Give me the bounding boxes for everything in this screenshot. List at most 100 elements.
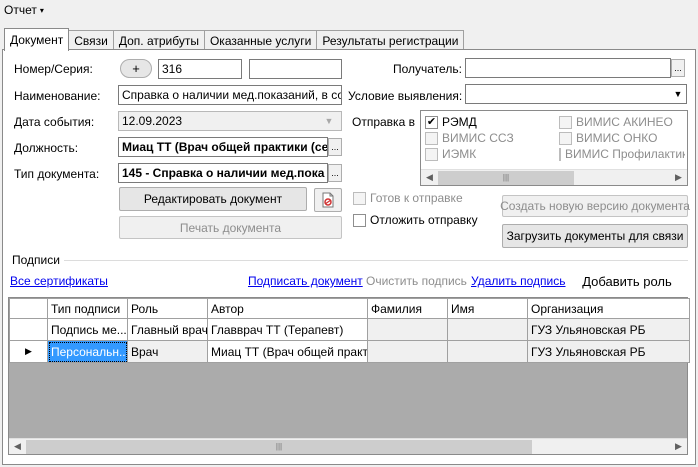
checkbox-checked-icon[interactable]: ✔ [425,115,438,129]
checkbox-icon[interactable] [559,131,572,145]
signatures-divider [56,260,688,261]
clear-signature-link[interactable]: Очистить подпись [366,274,467,288]
add-number-button[interactable]: + [120,59,152,78]
cell-role[interactable]: Врач [127,340,208,363]
pdf-document-icon [322,192,334,208]
new-version-button[interactable]: Создать новую версию документа [500,195,690,217]
tab-registration-results[interactable]: Результаты регистрации [316,30,465,51]
tab-document[interactable]: Документ [4,28,70,51]
send-target-vimis-onko[interactable]: ВИМИС ОНКО [559,131,657,145]
send-target-label: РЭМД [442,115,477,129]
print-document-button[interactable]: Печать документа [119,216,342,239]
scroll-track[interactable]: ||| [438,170,670,185]
number-label: Номер/Серия: [14,62,93,76]
date-dropdown-icon[interactable]: ▼ [321,112,337,130]
send-target-remd[interactable]: ✔ РЭМД [425,115,477,129]
checkbox-icon[interactable] [353,213,366,227]
cell-signature-type[interactable]: Персональн... [47,340,128,363]
tab-extra-attributes[interactable]: Доп. атрибуты [112,30,205,51]
send-target-label: ВИМИС Профилактика [565,147,685,161]
position-ellipsis-button[interactable]: ... [328,138,342,156]
position-label: Должность: [14,141,79,155]
date-label: Дата события: [14,115,95,129]
column-header-author[interactable]: Автор [207,298,368,319]
ready-to-send-checkbox[interactable]: Готов к отправке [353,191,463,205]
doctype-input[interactable]: 145 - Справка о наличии мед.пока [118,163,328,183]
table-header-row: Тип подписи Роль Автор Фамилия Имя Орган… [9,298,690,319]
cell-name[interactable] [447,340,528,363]
add-role-button[interactable]: Добавить роль [567,268,687,294]
postpone-send-checkbox[interactable]: Отложить отправку [353,213,478,227]
condition-dropdown-icon[interactable]: ▼ [670,85,686,103]
scroll-thumb[interactable]: ||| [26,439,532,454]
date-value: 12.09.2023 [122,114,183,128]
send-target-label: ВИМИС АКИНЕО [576,115,673,129]
series-input[interactable] [249,59,342,79]
signatures-grid: Тип подписи Роль Автор Фамилия Имя Орган… [8,297,690,455]
send-target-vimis-ssz[interactable]: ВИМИС ССЗ [425,131,514,145]
cell-surname[interactable] [367,318,448,341]
grid-horizontal-scrollbar[interactable]: ◀ ||| ▶ [9,438,687,454]
menu-bar: Отчет ▾ [0,0,698,22]
send-target-vimis-prof[interactable]: ВИМИС Профилактика [559,147,685,161]
cell-organization[interactable]: ГУЗ Ульяновская РБ [527,340,690,363]
position-input[interactable]: Миац ТТ (Врач общей практики (се [118,137,328,157]
scroll-thumb[interactable]: ||| [438,170,574,185]
date-input[interactable]: 12.09.2023 [118,111,342,131]
column-header-organization[interactable]: Организация [527,298,690,319]
name-input[interactable]: Справка о наличии мед.показаний, в соотв [118,85,342,105]
number-input[interactable]: 316 [158,59,242,79]
scroll-left-icon[interactable]: ◀ [9,439,26,455]
load-documents-button[interactable]: Загрузить документы для связи [502,224,688,248]
column-header-signature-type[interactable]: Тип подписи [47,298,128,319]
table-row[interactable]: ▶ Персональн... Врач Миац ТТ (Врач общей… [9,340,690,363]
report-menu[interactable]: Отчет ▾ [4,3,44,17]
table-row[interactable]: Подпись ме... Главный врач Главврач ТТ (… [9,318,690,341]
checkbox-icon[interactable] [559,115,572,129]
all-certificates-link[interactable]: Все сертификаты [10,274,108,288]
pdf-export-button[interactable] [314,188,342,212]
send-target-label: ИЭМК [442,147,477,161]
signatures-table: Тип подписи Роль Автор Фамилия Имя Орган… [9,298,690,363]
scroll-left-icon[interactable]: ◀ [421,170,438,186]
column-header-role[interactable]: Роль [127,298,208,319]
current-row-indicator-icon[interactable]: ▶ [9,340,48,363]
send-target-vimis-akineo[interactable]: ВИМИС АКИНЕО [559,115,673,129]
scroll-right-icon[interactable]: ▶ [670,439,687,455]
send-target-label: ВИМИС ССЗ [442,131,514,145]
cell-role[interactable]: Главный врач [127,318,208,341]
send-target-iemk[interactable]: ИЭМК [425,147,476,161]
sign-document-link[interactable]: Подписать документ [248,274,363,288]
cell-name[interactable] [447,318,528,341]
send-target-label: ВИМИС ОНКО [576,131,658,145]
row-header-corner [9,298,48,319]
cell-organization[interactable]: ГУЗ Ульяновская РБ [527,318,690,341]
scroll-right-icon[interactable]: ▶ [670,170,687,186]
name-label: Наименование: [14,89,101,103]
cell-signature-type[interactable]: Подпись ме... [47,318,128,341]
condition-select[interactable] [465,84,687,104]
chevron-down-icon: ▾ [39,5,44,15]
tab-links[interactable]: Связи [68,30,114,51]
cell-surname[interactable] [367,340,448,363]
recipient-ellipsis-button[interactable]: ... [671,59,685,77]
checkbox-icon[interactable] [559,147,561,161]
checkbox-icon[interactable] [425,147,438,161]
tab-services[interactable]: Оказанные услуги [203,30,318,51]
scroll-track[interactable]: ||| [26,439,670,454]
send-list-scrollbar[interactable]: ◀ ||| ▶ [421,169,687,185]
row-header[interactable] [9,318,48,341]
report-menu-label: Отчет [4,3,37,17]
delete-signature-link[interactable]: Удалить подпись [471,274,566,288]
doctype-ellipsis-button[interactable]: ... [328,164,342,182]
cell-author[interactable]: Главврач ТТ (Терапевт) [207,318,368,341]
column-header-surname[interactable]: Фамилия [367,298,448,319]
condition-label: Условие выявления: [348,89,463,103]
tab-strip: Документ Связи Доп. атрибуты Оказанные у… [4,28,465,51]
cell-author[interactable]: Миац ТТ (Врач общей практ... [207,340,368,363]
edit-document-button[interactable]: Редактировать документ [119,187,307,211]
recipient-input[interactable] [465,58,671,78]
column-header-name[interactable]: Имя [447,298,528,319]
checkbox-icon[interactable] [353,191,366,205]
checkbox-icon[interactable] [425,131,438,145]
